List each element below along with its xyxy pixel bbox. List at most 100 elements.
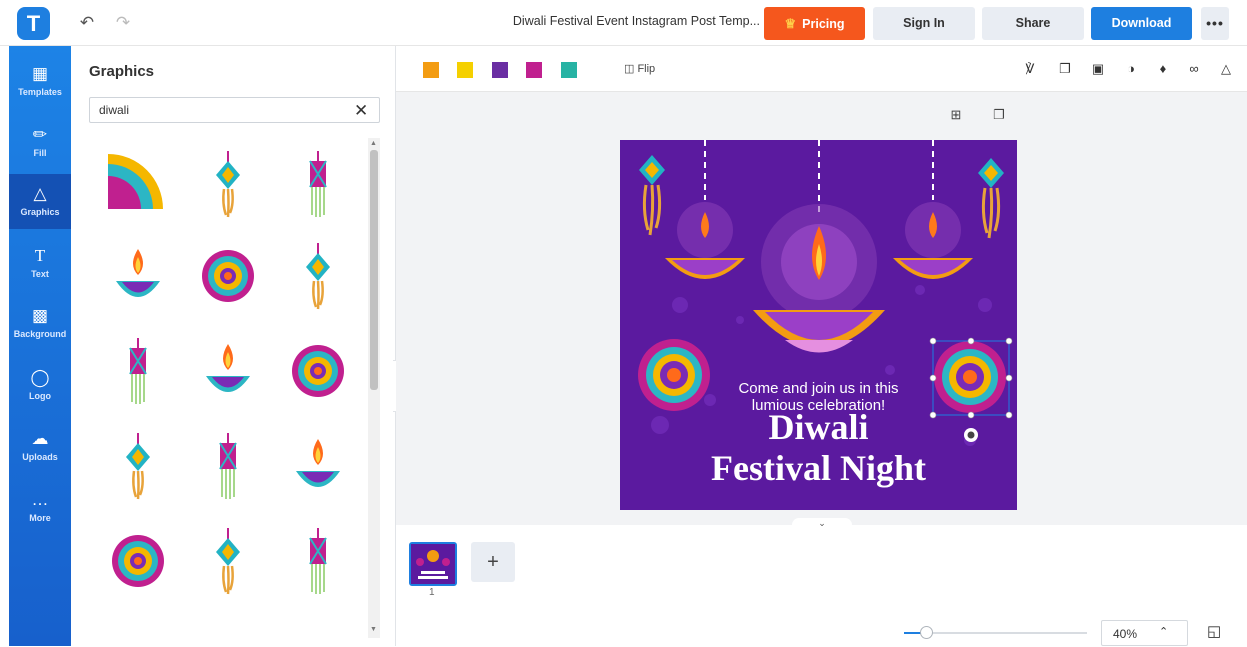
graphic-lantern[interactable] <box>288 241 348 311</box>
sidebar-item-label: Fill <box>33 148 47 158</box>
graphic-kite-lantern[interactable] <box>108 336 168 406</box>
graphics-panel: Graphics ✕ ▲ ▼ <box>71 46 396 646</box>
add-page-button[interactable]: + <box>471 542 515 582</box>
document-title[interactable]: Diwali Festival Event Instagram Post Tem… <box>440 14 760 28</box>
opacity-icon[interactable]: ◑ <box>1123 60 1139 78</box>
more-options-button[interactable]: ••• <box>1201 7 1229 40</box>
sidebar-item-uploads[interactable]: ☁ Uploads <box>9 419 71 474</box>
graphic-mandala-corner[interactable] <box>108 149 168 219</box>
flip-label: Flip <box>637 63 656 75</box>
invite-line-1: Come and join us in this <box>738 380 899 397</box>
link-icon[interactable]: ∞ <box>1186 60 1202 78</box>
shapes-icon: △ <box>33 184 47 203</box>
sidebar-item-fill[interactable]: ✏ Fill <box>9 115 71 170</box>
sidebar-item-logo[interactable]: ◯ Logo <box>9 358 71 413</box>
mandala-icon <box>202 250 254 302</box>
cloud-upload-icon: ☁ <box>31 429 49 448</box>
flip-icon: ◫ <box>624 63 638 75</box>
more-icon: … <box>31 490 49 509</box>
sidebar-item-label: Logo <box>29 391 51 401</box>
scrollbar-thumb[interactable] <box>370 150 378 390</box>
graphics-search-input[interactable] <box>89 97 380 123</box>
close-icon[interactable]: ✕ <box>354 101 368 121</box>
color-swatch-4[interactable] <box>526 62 542 78</box>
graphic-lantern[interactable] <box>108 431 168 501</box>
scroll-down-icon[interactable]: ▼ <box>370 626 377 633</box>
duplicate-icon[interactable]: ❐ <box>1057 60 1073 78</box>
sidebar-item-label: Background <box>13 329 67 339</box>
diya-icon <box>206 344 250 392</box>
copy-page-icon[interactable]: ❐ <box>990 106 1008 124</box>
layer-order-icon[interactable]: ▣ <box>1090 60 1106 78</box>
diya-icon <box>116 249 160 297</box>
top-bar: T ↶ ↷ Diwali Festival Event Instagram Po… <box>0 0 1247 46</box>
page-number: 1 <box>429 587 435 598</box>
mandala-corner-icon <box>108 154 163 209</box>
templates-icon: ▦ <box>31 64 49 83</box>
color-swatch-3[interactable] <box>492 62 508 78</box>
zoom-slider-handle[interactable] <box>919 626 933 639</box>
mandala-icon <box>292 345 344 397</box>
graphic-diya[interactable] <box>108 241 168 311</box>
graphic-mandala[interactable] <box>198 241 258 311</box>
add-page-icon[interactable]: ⊞ <box>947 106 965 124</box>
kite-lantern-icon <box>129 338 147 404</box>
logo-icon: ◯ <box>30 368 50 387</box>
color-swatch-2[interactable] <box>457 62 473 78</box>
text-icon: T <box>34 246 46 265</box>
sidebar-item-text[interactable]: T Text <box>9 236 71 291</box>
lantern-icon <box>306 243 330 310</box>
page-thumbnail[interactable] <box>409 542 457 586</box>
share-button[interactable]: Share <box>982 7 1084 40</box>
zoom-select[interactable]: 40% <box>1101 620 1188 646</box>
graphic-lantern[interactable] <box>198 526 258 596</box>
background-icon: ▩ <box>31 306 49 325</box>
sidebar-item-label: Uploads <box>22 452 58 462</box>
align-icon[interactable]: ♦ <box>1155 60 1171 78</box>
sidebar-item-label: Graphics <box>20 207 60 217</box>
sidebar-item-label: Templates <box>18 87 62 97</box>
pages-overview-icon[interactable]: ◱ <box>1207 622 1227 642</box>
sidebar-item-background[interactable]: ▩ Background <box>9 296 71 351</box>
diya-icon <box>296 439 340 487</box>
flip-button[interactable]: ◫ Flip <box>624 62 655 75</box>
trash-icon[interactable]: △ <box>1218 60 1234 78</box>
mandala-icon <box>112 535 164 587</box>
kite-lantern-icon <box>309 151 327 217</box>
kite-lantern-icon <box>309 528 327 594</box>
sidebar-item-more[interactable]: … More <box>9 480 71 535</box>
graphic-diya[interactable] <box>198 336 258 406</box>
undo-icon[interactable]: ↶ <box>77 12 97 34</box>
left-sidebar: ▦ Templates ✏ Fill △ Graphics T Text ▩ B… <box>9 46 71 646</box>
sidebar-item-label: More <box>29 513 51 523</box>
color-swatch-1[interactable] <box>423 62 439 78</box>
sidebar-item-templates[interactable]: ▦ Templates <box>9 54 71 109</box>
sign-in-button[interactable]: Sign In <box>873 7 975 40</box>
chevron-down-icon[interactable]: ⌄ <box>792 518 852 532</box>
app-logo[interactable]: T <box>17 7 50 40</box>
paint-roller-icon[interactable]: ℣ <box>1022 60 1038 78</box>
graphic-mandala[interactable] <box>288 336 348 406</box>
graphic-diya[interactable] <box>288 431 348 501</box>
graphic-kite-lantern[interactable] <box>198 431 258 501</box>
pricing-label: Pricing <box>802 17 845 31</box>
kite-lantern-icon <box>219 433 237 499</box>
graphic-kite-lantern[interactable] <box>288 526 348 596</box>
graphic-mandala[interactable] <box>108 526 168 596</box>
scrollbar[interactable]: ▲ ▼ <box>368 138 380 638</box>
title-line-1[interactable]: Diwali <box>620 407 1017 447</box>
thumbnail-preview <box>411 544 455 584</box>
pricing-button[interactable]: ♕ Pricing <box>764 7 865 40</box>
lantern-icon <box>126 433 150 500</box>
graphic-lantern[interactable] <box>198 149 258 219</box>
sidebar-item-graphics[interactable]: △ Graphics <box>9 174 71 229</box>
color-swatch-5[interactable] <box>561 62 577 78</box>
title-line-2[interactable]: Festival Night <box>620 448 1017 488</box>
redo-icon[interactable]: ↷ <box>113 12 133 34</box>
panel-title: Graphics <box>89 63 155 80</box>
download-button[interactable]: Download <box>1091 7 1192 40</box>
chevron-up-icon[interactable]: ⌃ <box>1159 625 1168 638</box>
scroll-up-icon[interactable]: ▲ <box>370 140 377 147</box>
lantern-icon <box>216 528 240 595</box>
graphic-kite-lantern[interactable] <box>288 149 348 219</box>
